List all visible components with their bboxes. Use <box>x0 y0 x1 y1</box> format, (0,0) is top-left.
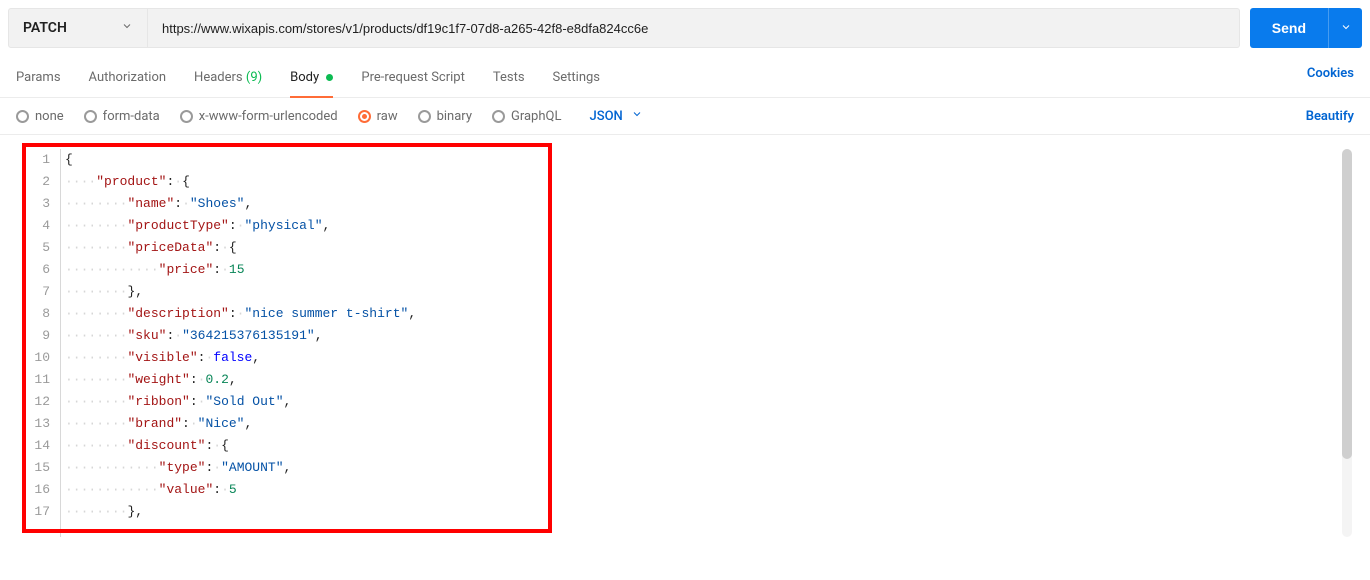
tab-tests[interactable]: Tests <box>493 62 525 97</box>
line-gutter: 1234567891011121314151617 <box>16 143 60 543</box>
radio-icon <box>180 110 193 123</box>
beautify-link[interactable]: Beautify <box>1306 109 1354 124</box>
tab-settings[interactable]: Settings <box>553 62 600 97</box>
radio-icon <box>358 110 371 123</box>
raw-type-select[interactable]: JSON <box>589 108 642 124</box>
code-lines[interactable]: {····"product":·{········"name":·"Shoes"… <box>61 143 416 543</box>
modified-dot-icon <box>326 74 333 81</box>
tab-headers[interactable]: Headers (9) <box>194 62 262 97</box>
body-radio-form-data[interactable]: form-data <box>84 109 160 124</box>
tab-body-label: Body <box>290 70 319 85</box>
radio-icon <box>418 110 431 123</box>
chevron-down-icon <box>121 20 133 36</box>
tab-authorization[interactable]: Authorization <box>89 62 167 97</box>
radio-icon <box>492 110 505 123</box>
chevron-down-icon <box>631 108 643 124</box>
body-radio-raw[interactable]: raw <box>358 109 398 124</box>
send-button[interactable]: Send <box>1250 8 1328 48</box>
body-type-row: none form-data x-www-form-urlencoded raw… <box>0 98 1370 135</box>
body-radio-none[interactable]: none <box>16 109 64 124</box>
request-tabs: Params Authorization Headers (9) Body Pr… <box>0 56 1370 98</box>
tab-params[interactable]: Params <box>16 62 61 97</box>
radio-icon <box>16 110 29 123</box>
vertical-scrollbar[interactable] <box>1342 149 1352 537</box>
raw-type-label: JSON <box>589 109 622 124</box>
http-method-select[interactable]: PATCH <box>8 8 148 48</box>
chevron-down-icon <box>1340 21 1352 36</box>
body-radio-urlencoded[interactable]: x-www-form-urlencoded <box>180 109 338 124</box>
tab-headers-count: (9) <box>246 70 262 85</box>
cookies-link[interactable]: Cookies <box>1307 66 1354 93</box>
http-method-label: PATCH <box>23 20 67 36</box>
radio-icon <box>84 110 97 123</box>
tab-prerequest[interactable]: Pre-request Script <box>361 62 464 97</box>
body-radio-graphql[interactable]: GraphQL <box>492 109 561 124</box>
body-radio-binary[interactable]: binary <box>418 109 472 124</box>
tab-headers-label: Headers <box>194 70 243 85</box>
code-editor[interactable]: 1234567891011121314151617 {····"product"… <box>16 143 1354 543</box>
url-input[interactable] <box>148 8 1240 48</box>
send-more-button[interactable] <box>1328 8 1362 48</box>
scroll-thumb[interactable] <box>1342 149 1352 459</box>
tab-body[interactable]: Body <box>290 62 333 97</box>
